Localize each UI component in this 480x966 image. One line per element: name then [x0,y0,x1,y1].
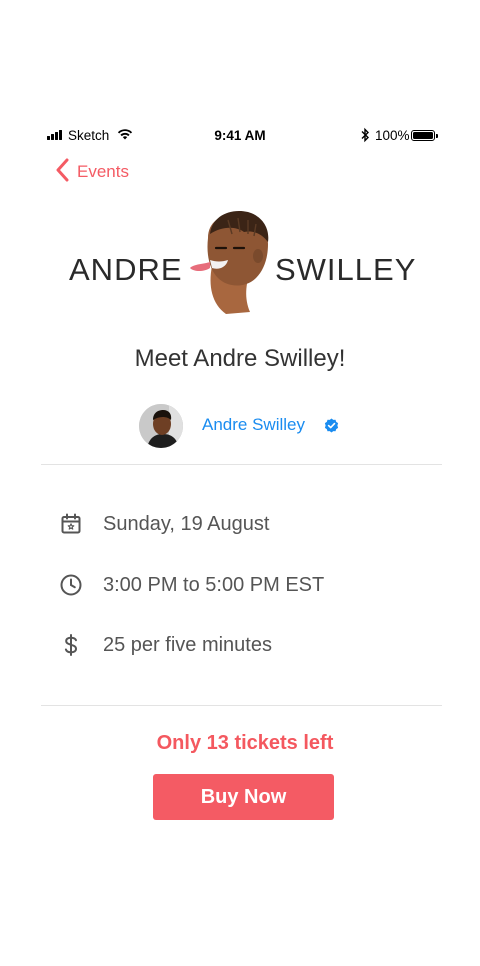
clock-icon [59,573,83,597]
event-title: Meet Andre Swilley! [134,345,346,372]
battery-percent: 100% [375,128,410,143]
portrait-illustration [188,208,274,316]
back-label: Events [77,162,129,181]
tickets-left-label: Only 13 tickets left [156,732,334,754]
back-button[interactable]: Events [55,158,129,186]
event-date: Sunday, 19 August [103,512,270,535]
buy-now-label: Buy Now [200,785,287,808]
brand-first-name: ANDRE [69,252,183,287]
event-time-row: 3:00 PM to 5:00 PM EST [59,570,324,600]
chevron-left-icon [55,158,69,187]
brand-last-name: SWILLEY [275,252,417,287]
event-time: 3:00 PM to 5:00 PM EST [103,573,325,596]
bluetooth-icon [360,127,370,146]
avatar[interactable] [139,404,183,448]
buy-now-button[interactable]: Buy Now [153,774,334,820]
event-date-row: Sunday, 19 August [59,509,269,539]
host-name-link[interactable]: Andre Swilley [202,415,305,435]
battery-cap [436,134,438,138]
calendar-icon [59,512,83,536]
dollar-icon [59,633,83,657]
divider [41,705,442,706]
event-price: 25 per five minutes [103,633,272,656]
battery-icon [411,130,435,141]
divider [41,464,442,465]
status-bar: Sketch 9:41 AM 100% [0,127,480,147]
event-price-row: 25 per five minutes [59,630,272,660]
verified-badge-icon [324,418,339,433]
